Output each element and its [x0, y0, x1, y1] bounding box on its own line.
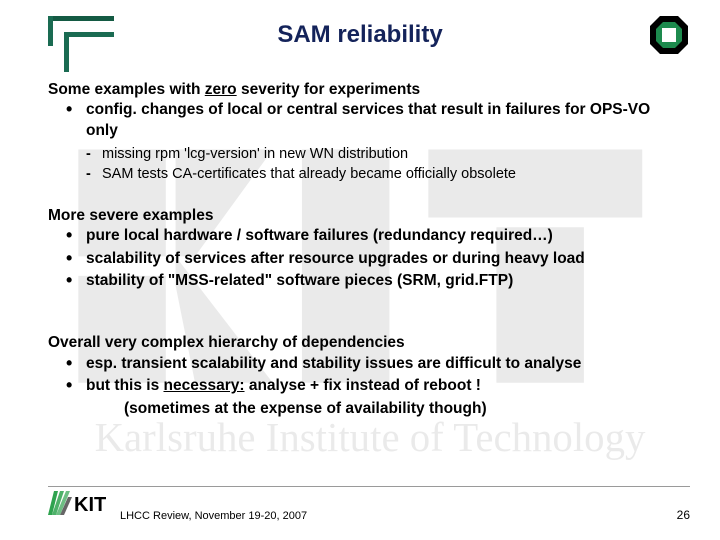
footer-text: LHCC Review, November 19-20, 2007	[120, 510, 677, 522]
slide-body: Some examples with zero severity for exp…	[0, 70, 720, 419]
section1-lead: Some examples with zero severity for exp…	[48, 80, 672, 100]
list-item: config. changes of local or central serv…	[66, 100, 672, 141]
page-number: 26	[677, 508, 690, 522]
slide-header: SAM reliability	[0, 0, 720, 70]
list-item: SAM tests CA-certificates that already b…	[86, 165, 672, 184]
section3-bullets: esp. transient scalability and stability…	[66, 354, 672, 397]
slide-footer: KIT LHCC Review, November 19-20, 2007 26	[48, 486, 690, 522]
section3-lead: Overall very complex hierarchy of depend…	[48, 333, 672, 353]
octagon-logo-icon	[648, 14, 690, 56]
svg-text:KIT: KIT	[74, 494, 106, 516]
list-item: scalability of services after resource u…	[66, 249, 672, 269]
kit-logo-icon: KIT	[48, 489, 106, 522]
section2-lead: More severe examples	[48, 206, 672, 226]
list-item: esp. transient scalability and stability…	[66, 354, 672, 374]
list-item: but this is necessary: analyse + fix ins…	[66, 376, 672, 396]
section1-dashes: missing rpm 'lcg-version' in new WN dist…	[86, 145, 672, 184]
list-item: pure local hardware / software failures …	[66, 226, 672, 246]
section3-note: (sometimes at the expense of availabilit…	[124, 399, 672, 419]
svg-text:Karlsruhe Institute of Technol: Karlsruhe Institute of Technology	[95, 415, 646, 460]
list-item: stability of "MSS-related" software piec…	[66, 271, 672, 291]
section1-bullets: config. changes of local or central serv…	[66, 100, 672, 141]
list-item: missing rpm 'lcg-version' in new WN dist…	[86, 145, 672, 164]
section2-bullets: pure local hardware / software failures …	[66, 226, 672, 291]
